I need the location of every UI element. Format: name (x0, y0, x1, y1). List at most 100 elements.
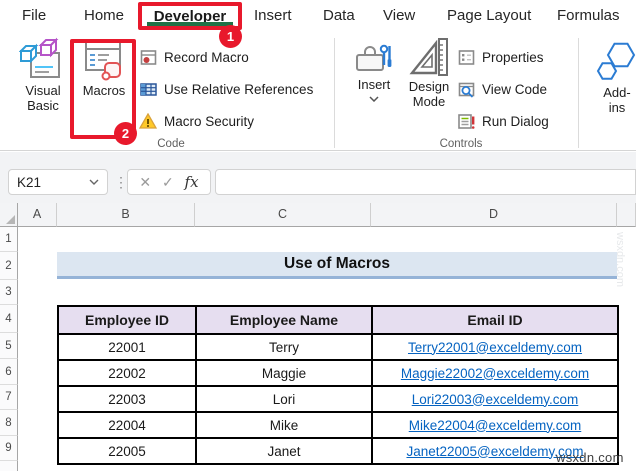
enter-icon[interactable]: ✓ (162, 174, 174, 191)
column-header-c[interactable]: C (195, 203, 371, 227)
employee-id-cell[interactable]: 22004 (57, 411, 197, 439)
table-row: 22004 Mike Mike22004@exceldemy.com (57, 411, 619, 439)
tab-insert[interactable]: Insert (254, 7, 292, 24)
header-employee-id[interactable]: Employee ID (57, 305, 197, 335)
table-row: 22002 Maggie Maggie22002@exceldemy.com (57, 359, 619, 387)
email-link[interactable]: Terry22001@exceldemy.com (408, 340, 582, 355)
row-header-4[interactable]: 4 (0, 305, 18, 333)
chevron-down-icon[interactable] (89, 179, 99, 185)
tab-page-layout[interactable]: Page Layout (447, 7, 531, 24)
record-macro-icon (140, 49, 157, 66)
tab-data[interactable]: Data (323, 7, 355, 24)
view-code-button[interactable]: View Code (458, 78, 547, 100)
use-relative-references-button[interactable]: Use Relative References (140, 78, 313, 100)
tab-view[interactable]: View (383, 7, 415, 24)
view-code-icon (458, 81, 475, 98)
header-employee-name[interactable]: Employee Name (195, 305, 373, 335)
properties-label: Properties (482, 49, 544, 65)
row-header-3[interactable]: 3 (0, 280, 18, 305)
employee-id-cell[interactable]: 22002 (57, 359, 197, 387)
insert-function-icon[interactable]: fx (185, 173, 199, 191)
row-header-8[interactable]: 8 (0, 410, 18, 436)
employee-name-cell[interactable]: Lori (195, 385, 373, 413)
employee-name-cell[interactable]: Maggie (195, 359, 373, 387)
row-header-7[interactable]: 7 (0, 385, 18, 410)
macro-security-icon (139, 112, 157, 130)
chevron-down-icon[interactable] (369, 96, 379, 102)
table-row: 22003 Lori Lori22003@exceldemy.com (57, 385, 619, 413)
design-mode-label-1: Design (408, 79, 450, 94)
insert-controls-button[interactable]: Insert (348, 41, 400, 102)
record-macro-label: Record Macro (164, 49, 249, 65)
callout-step-2: 2 (114, 122, 137, 145)
macro-security-label: Macro Security (164, 113, 255, 129)
email-link[interactable]: Mike22004@exceldemy.com (409, 418, 582, 433)
visual-basic-button[interactable]: Visual Basic (12, 37, 74, 113)
ribbon-tab-bar: File Home Developer Insert Data View Pag… (0, 0, 636, 48)
view-code-label: View Code (482, 81, 548, 97)
macro-security-button[interactable]: Macro Security (139, 110, 254, 132)
employee-id-cell[interactable]: 22003 (57, 385, 197, 413)
code-group-label: Code (157, 138, 185, 150)
employee-id-cell[interactable]: 22005 (57, 437, 197, 465)
properties-button[interactable]: Properties (458, 46, 544, 68)
employee-name-cell[interactable]: Mike (195, 411, 373, 439)
add-ins-label-2: ins (608, 100, 626, 115)
column-header-d[interactable]: D (371, 203, 617, 227)
record-macro-button[interactable]: Record Macro (140, 46, 249, 68)
row-header-6[interactable]: 6 (0, 359, 18, 385)
visual-basic-label-2: Basic (27, 98, 59, 113)
name-box-value: K21 (17, 174, 42, 190)
formula-bar-separator: ⋮ (114, 173, 128, 190)
employee-name-cell[interactable]: Terry (195, 333, 373, 361)
column-header-a[interactable]: A (18, 203, 57, 227)
table-header-row: Employee ID Employee Name Email ID (57, 305, 619, 335)
watermark: wsxdn.com (556, 450, 624, 465)
design-mode-button[interactable]: Design Mode (402, 37, 456, 109)
add-ins-icon (596, 39, 636, 85)
row-header-5[interactable]: 5 (0, 333, 18, 359)
insert-controls-icon (355, 41, 393, 77)
formula-input[interactable] (215, 169, 636, 195)
email-link[interactable]: Maggie22002@exceldemy.com (401, 366, 589, 381)
design-mode-label-2: Mode (412, 94, 446, 109)
sheet-title-banner[interactable]: Use of Macros (57, 252, 617, 279)
select-all-button[interactable] (0, 203, 18, 227)
column-header-b[interactable]: B (57, 203, 195, 227)
properties-icon (458, 49, 475, 66)
formula-bar-strip: K21 ⋮ ✕ ✓ fx (0, 152, 636, 203)
row-header-2[interactable]: 2 (0, 252, 18, 280)
group-separator (334, 38, 335, 148)
visual-basic-icon (19, 37, 67, 83)
add-ins-label-1: Add- (603, 85, 631, 100)
group-separator (578, 38, 579, 148)
employee-name-cell[interactable]: Janet (195, 437, 373, 465)
tab-home[interactable]: Home (84, 7, 124, 24)
relative-references-icon (140, 81, 157, 98)
email-link[interactable]: Lori22003@exceldemy.com (412, 392, 579, 407)
add-ins-button[interactable]: Add- ins (594, 39, 636, 115)
select-all-triangle-icon (6, 215, 15, 224)
header-email-id[interactable]: Email ID (371, 305, 619, 335)
employee-id-cell[interactable]: 22001 (57, 333, 197, 361)
tab-file[interactable]: File (22, 7, 46, 24)
callout-step-1: 1 (219, 25, 242, 48)
ribbon-developer: Visual Basic Macros 2 Record Macro Use R… (0, 33, 636, 151)
cancel-icon[interactable]: ✕ (139, 174, 151, 191)
table-row: 22005 Janet Janet22005@exceldemy.com (57, 437, 619, 465)
excel-window: File Home Developer Insert Data View Pag… (0, 0, 636, 471)
insert-controls-label: Insert (357, 77, 391, 92)
row-header-1[interactable]: 1 (0, 227, 18, 252)
column-header-partial[interactable] (617, 203, 636, 227)
use-relative-references-label: Use Relative References (164, 81, 314, 97)
row-header-partial[interactable] (0, 461, 18, 471)
visual-basic-label-1: Visual (25, 83, 61, 98)
name-box[interactable]: K21 (8, 169, 108, 195)
run-dialog-label: Run Dialog (482, 113, 549, 129)
run-dialog-button[interactable]: Run Dialog (458, 110, 549, 132)
tab-formulas[interactable]: Formulas (557, 7, 620, 24)
run-dialog-icon (458, 113, 475, 130)
controls-group-label: Controls (439, 138, 483, 150)
formula-buttons: ✕ ✓ fx (127, 169, 211, 195)
row-header-9[interactable]: 9 (0, 436, 18, 461)
